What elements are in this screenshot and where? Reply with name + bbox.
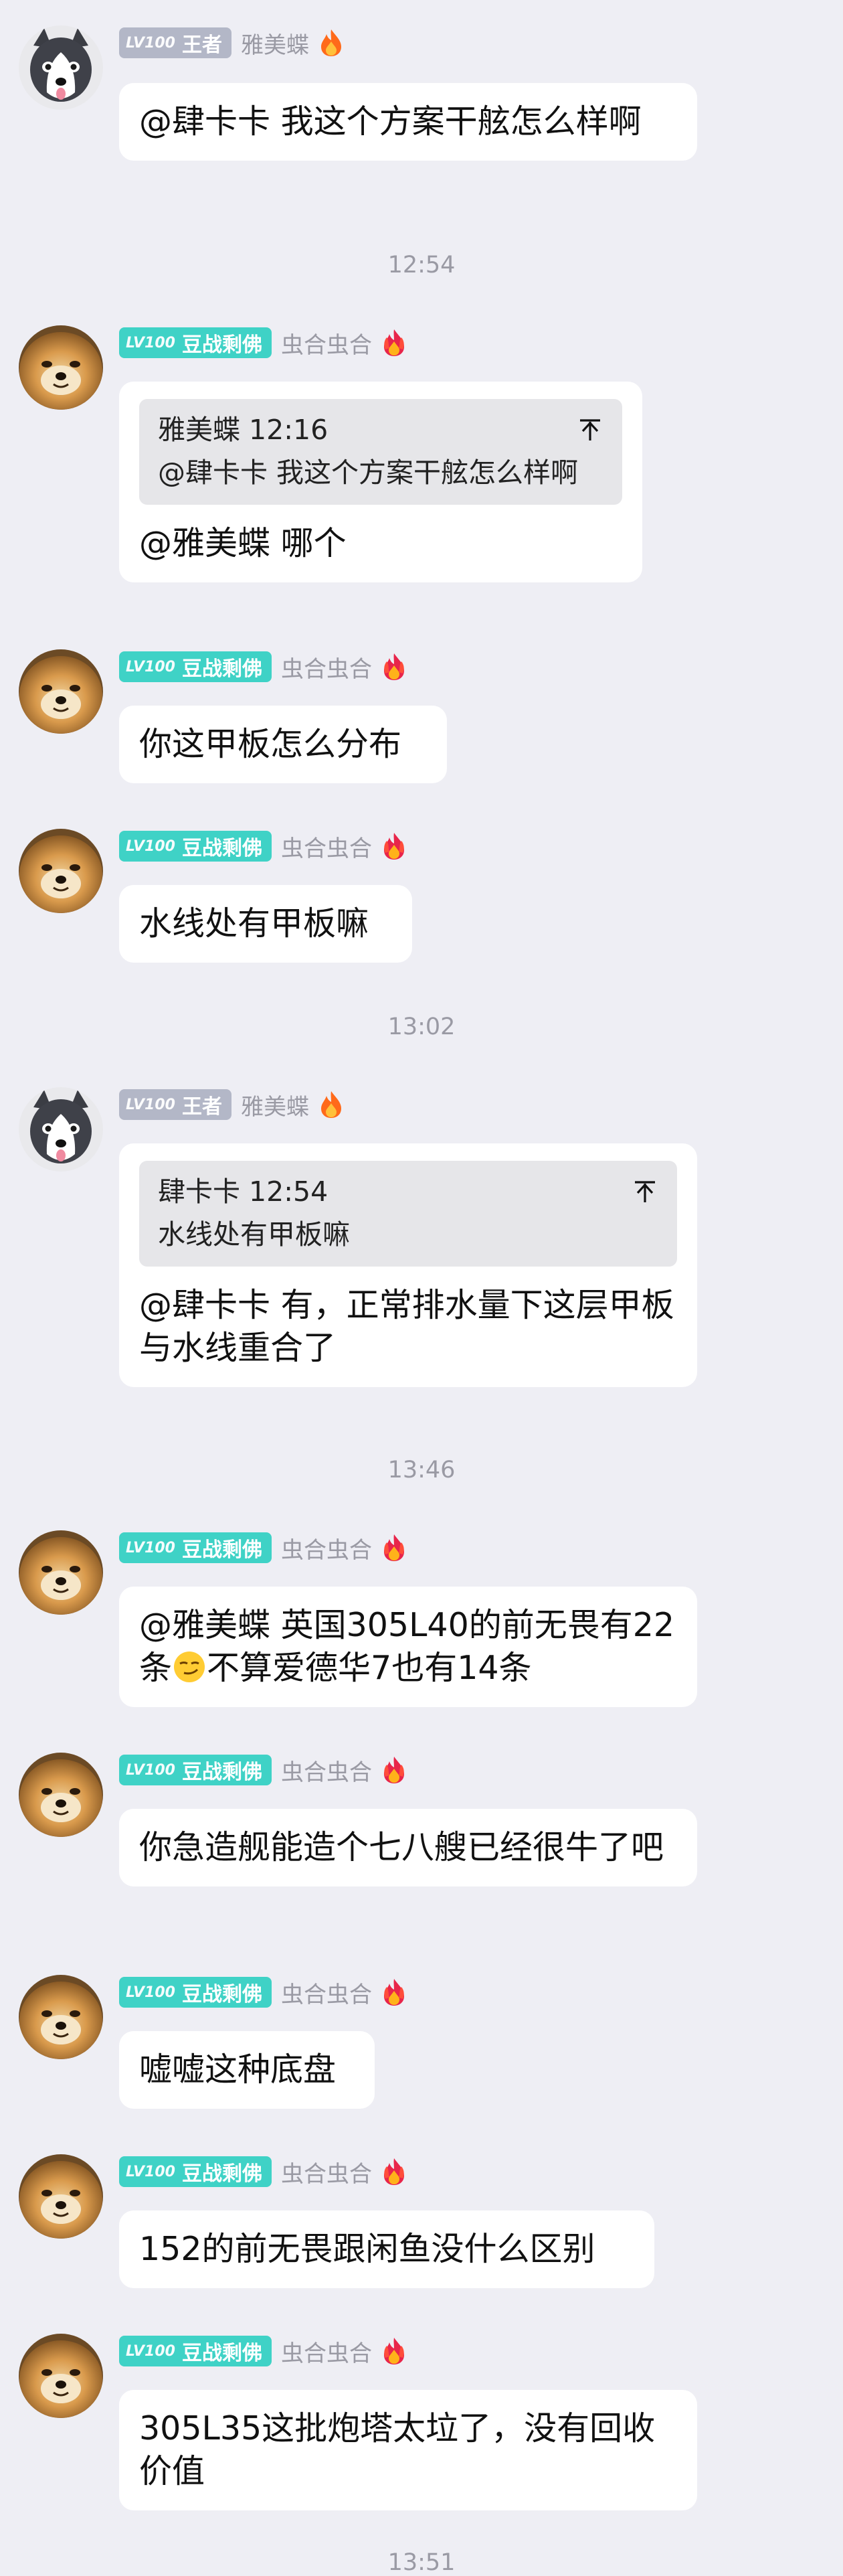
message-bubble[interactable]: 嘘嘘这种底盘 xyxy=(119,2031,375,2109)
sender-name[interactable]: 虫合虫合 xyxy=(281,1754,372,1787)
message-text: @雅美蝶 哪个 xyxy=(139,524,347,562)
sender-meta: LV100 豆战剩佛 虫合虫合 xyxy=(119,1530,407,1565)
sender-name[interactable]: 虫合虫合 xyxy=(281,830,372,863)
quote-header: 肆卡卡 12:54 xyxy=(158,1176,329,1208)
avatar[interactable] xyxy=(19,1530,103,1615)
sender-meta: LV100 豆战剩佛 虫合虫合 xyxy=(119,1753,407,1787)
level-badge: LV100 豆战剩佛 xyxy=(119,831,272,862)
sender-name[interactable]: 雅美蝶 xyxy=(241,1089,309,1121)
sender-meta: LV100 豆战剩佛 虫合虫合 xyxy=(119,2334,407,2368)
quote-text: @肆卡卡 我这个方案干舷怎么样啊 xyxy=(158,457,579,489)
quote-header: 雅美蝶 12:16 xyxy=(158,414,329,446)
flame-icon xyxy=(381,652,407,681)
avatar[interactable] xyxy=(19,2334,103,2418)
sender-meta: LV100 豆战剩佛 虫合虫合 xyxy=(119,2154,407,2189)
timestamp: 13:02 xyxy=(387,1014,456,1040)
level-badge: LV100 王者 xyxy=(119,1089,231,1120)
sender-meta: LV100 王者 雅美蝶 xyxy=(119,1087,344,1122)
avatar[interactable] xyxy=(19,1975,103,2059)
level-badge: LV100 豆战剩佛 xyxy=(119,651,272,682)
sender-meta: LV100 豆战剩佛 虫合虫合 xyxy=(119,325,407,360)
flame-icon xyxy=(381,1755,407,1785)
flame-icon xyxy=(381,1978,407,2007)
sender-meta: LV100 豆战剩佛 虫合虫合 xyxy=(119,829,407,864)
sender-name[interactable]: 虫合虫合 xyxy=(281,1976,372,2009)
message-bubble[interactable]: 152的前无畏跟闲鱼没什么区别 xyxy=(119,2210,654,2288)
message-bubble[interactable]: 305L35这批炮塔太垃了，没有回收价值 xyxy=(119,2390,697,2510)
message-bubble[interactable]: @肆卡卡 我这个方案干舷怎么样啊 xyxy=(119,83,697,161)
avatar[interactable] xyxy=(19,829,103,913)
avatar[interactable] xyxy=(19,1753,103,1837)
level-badge: LV100 豆战剩佛 xyxy=(119,327,272,358)
sender-meta: LV100 豆战剩佛 虫合虫合 xyxy=(119,649,407,684)
flame-icon xyxy=(318,28,344,58)
timestamp: 12:54 xyxy=(387,252,456,278)
level-badge: LV100 豆战剩佛 xyxy=(119,1532,272,1563)
flame-icon xyxy=(318,1090,344,1119)
level-badge: LV100 王者 xyxy=(119,27,231,58)
message-bubble[interactable]: 水线处有甲板嘛 xyxy=(119,885,412,963)
level-badge: LV100 豆战剩佛 xyxy=(119,1977,272,2008)
sender-name[interactable]: 虫合虫合 xyxy=(281,2156,372,2188)
sender-name[interactable]: 虫合虫合 xyxy=(281,651,372,683)
flame-icon xyxy=(381,1533,407,1562)
jump-to-quote-icon[interactable] xyxy=(577,416,603,443)
timestamp: 13:46 xyxy=(387,1457,456,1483)
smirk-emoji-icon xyxy=(174,1652,205,1682)
message-bubble[interactable]: @雅美蝶 英国305L40的前无畏有22条 不算爱德华7也有14条 xyxy=(119,1587,697,1707)
avatar[interactable] xyxy=(19,25,103,110)
message-bubble[interactable]: 肆卡卡 12:54 水线处有甲板嘛 @肆卡卡 有，正常排水量下这层甲板与水线重合… xyxy=(119,1143,697,1387)
level-badge: LV100 豆战剩佛 xyxy=(119,2156,272,2187)
sender-name[interactable]: 虫合虫合 xyxy=(281,1532,372,1564)
message-bubble[interactable]: 雅美蝶 12:16 @肆卡卡 我这个方案干舷怎么样啊 @雅美蝶 哪个 xyxy=(119,382,642,582)
avatar[interactable] xyxy=(19,325,103,410)
sender-name[interactable]: 雅美蝶 xyxy=(241,27,309,60)
level-badge: LV100 豆战剩佛 xyxy=(119,1755,272,1785)
avatar[interactable] xyxy=(19,2154,103,2239)
flame-icon xyxy=(381,2336,407,2366)
sender-meta: LV100 王者 雅美蝶 xyxy=(119,25,344,60)
sender-name[interactable]: 虫合虫合 xyxy=(281,327,372,359)
sender-meta: LV100 豆战剩佛 虫合虫合 xyxy=(119,1975,407,2010)
sender-name[interactable]: 虫合虫合 xyxy=(281,2335,372,2368)
message-bubble[interactable]: 你急造舰能造个七八艘已经很牛了吧 xyxy=(119,1809,697,1886)
quoted-message[interactable]: 雅美蝶 12:16 @肆卡卡 我这个方案干舷怎么样啊 xyxy=(139,399,622,505)
message-bubble[interactable]: 你这甲板怎么分布 xyxy=(119,706,447,783)
jump-to-quote-icon[interactable] xyxy=(632,1178,658,1205)
avatar[interactable] xyxy=(19,649,103,734)
flame-icon xyxy=(381,328,407,357)
quoted-message[interactable]: 肆卡卡 12:54 水线处有甲板嘛 xyxy=(139,1161,677,1267)
timestamp: 13:51 xyxy=(387,2549,456,2576)
flame-icon xyxy=(381,831,407,861)
flame-icon xyxy=(381,2157,407,2186)
level-badge: LV100 豆战剩佛 xyxy=(119,2336,272,2366)
message-text: @肆卡卡 有，正常排水量下这层甲板与水线重合了 xyxy=(139,1286,674,1367)
quote-text: 水线处有甲板嘛 xyxy=(158,1218,350,1251)
avatar[interactable] xyxy=(19,1087,103,1172)
message-text: 不算爱德华7也有14条 xyxy=(207,1649,532,1687)
